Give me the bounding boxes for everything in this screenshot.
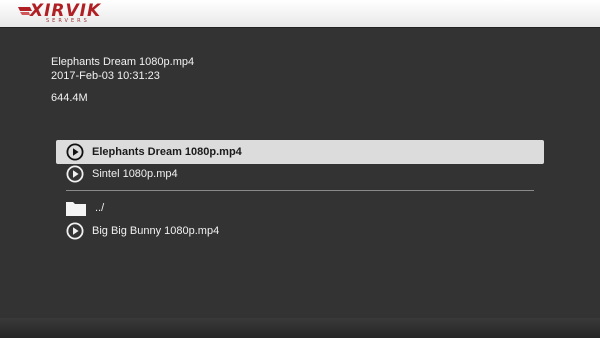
file-item-sintel[interactable]: Sintel 1080p.mp4 [56, 162, 544, 186]
file-label: Big Big Bunny 1080p.mp4 [92, 225, 220, 237]
selected-file-name: Elephants Dream 1080p.mp4 [51, 56, 195, 68]
selected-file-date: 2017-Feb-03 10:31:23 [51, 70, 160, 82]
play-icon [66, 143, 84, 161]
file-label: Sintel 1080p.mp4 [92, 168, 178, 180]
play-icon [66, 165, 84, 183]
selected-file-size: 644.4M [51, 92, 88, 104]
file-label: Elephants Dream 1080p.mp4 [92, 146, 242, 158]
logo-subtext: SERVERS [46, 18, 90, 24]
bottom-bar [0, 318, 600, 338]
xirvik-logo: XIRVIK SERVERS [18, 2, 100, 26]
folder-icon [66, 201, 86, 216]
list-divider [66, 190, 534, 191]
folder-label: ../ [95, 202, 105, 214]
play-icon [66, 222, 84, 240]
file-item-elephants-dream[interactable]: Elephants Dream 1080p.mp4 [56, 140, 544, 164]
folder-item-parent[interactable]: ../ [56, 196, 544, 220]
top-bar: XIRVIK SERVERS [0, 0, 600, 28]
file-item-big-buck-bunny[interactable]: Big Big Bunny 1080p.mp4 [56, 219, 544, 243]
